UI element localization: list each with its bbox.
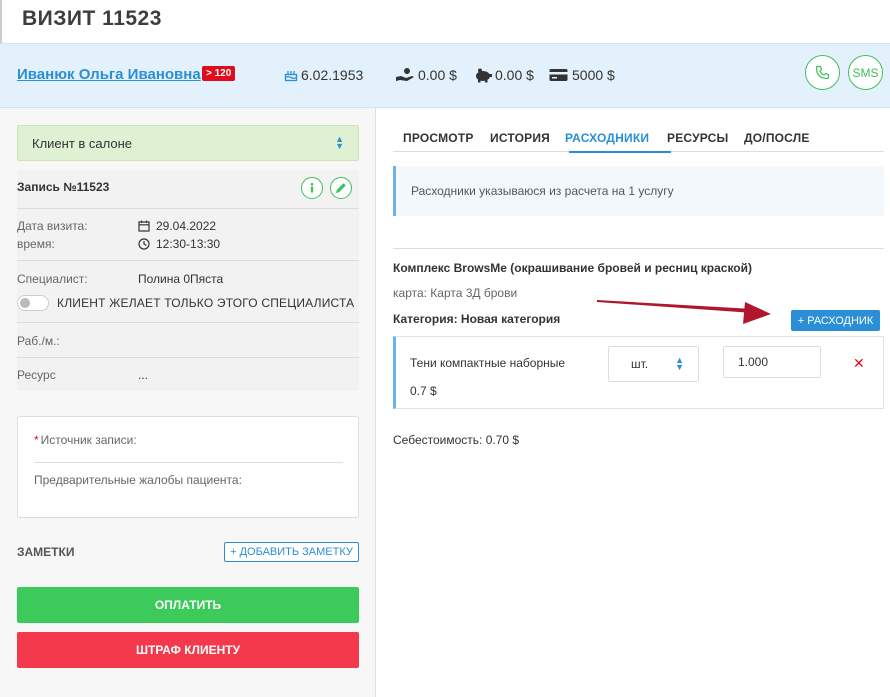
- tab-resources[interactable]: РЕСУРСЫ: [667, 131, 729, 145]
- clock-icon: [138, 238, 150, 250]
- source-label: Источник записи:: [40, 433, 137, 447]
- credit-card-icon: [549, 69, 568, 81]
- card-info: карта: Карта 3Д брови: [393, 286, 518, 300]
- pencil-icon: [336, 183, 346, 193]
- birthdate-value: 6.02.1953: [301, 67, 364, 83]
- tab-consumables[interactable]: РАСХОДНИКИ: [565, 131, 649, 145]
- required-mark: *: [34, 433, 39, 447]
- tabs: ПРОСМОТР ИСТОРИЯ РАСХОДНИКИ РЕСУРСЫ ДО/П…: [393, 125, 884, 153]
- call-button[interactable]: [805, 55, 840, 90]
- record-title: Запись №11523: [17, 180, 110, 194]
- resource-value: ...: [138, 368, 149, 382]
- sms-button[interactable]: SMS: [848, 55, 883, 90]
- select-arrows-icon: ▲ ▼: [675, 355, 684, 372]
- active-tab-indicator: [569, 151, 671, 153]
- category-info: Категория: Новая категория: [393, 312, 561, 326]
- resource-label: Ресурс: [17, 368, 56, 382]
- divider: [17, 260, 359, 261]
- divider: [17, 208, 359, 209]
- balance-hand-info: 0.00 $: [396, 67, 457, 83]
- consumable-name: Тени компактные наборные: [410, 356, 566, 370]
- divider: [17, 322, 359, 323]
- fine-client-button[interactable]: ШТРАФ КЛИЕНТУ: [17, 632, 359, 668]
- client-name-link[interactable]: Иванюк Ольга Ивановна: [17, 66, 201, 83]
- info-notice: Расходники указываюся из расчета на 1 ус…: [393, 166, 884, 216]
- left-panel: Клиент в салоне ▲ ▼ Запись №11523 Дата ви…: [0, 108, 376, 697]
- balance-piggy-info: 0.00 $: [475, 67, 534, 83]
- select-arrows-icon: ▲ ▼: [335, 134, 344, 151]
- visits-badge: > 120: [202, 66, 236, 81]
- visit-status-select[interactable]: Клиент в салоне ▲ ▼: [17, 125, 359, 161]
- only-specialist-toggle[interactable]: [17, 295, 49, 311]
- add-consumable-button[interactable]: + РАСХОДНИК: [791, 310, 880, 331]
- divider: [34, 462, 343, 463]
- add-note-button[interactable]: + ДОБАВИТЬ ЗАМЕТКУ: [224, 542, 359, 562]
- complaints-field[interactable]: Предварительные жалобы пациента:: [34, 473, 242, 487]
- balance-card-info: 5000 $: [549, 67, 615, 83]
- quantity-input[interactable]: 1.000: [723, 346, 821, 378]
- only-specialist-label: КЛИЕНТ ЖЕЛАЕТ ТОЛЬКО ЭТОГО СПЕЦИАЛИСТА: [57, 296, 355, 310]
- pay-button[interactable]: ОПЛАТИТЬ: [17, 587, 359, 623]
- tab-before-after[interactable]: ДО/ПОСЛЕ: [744, 131, 810, 145]
- visit-date-label: Дата визита:: [17, 219, 88, 233]
- balance-piggy-value: 0.00 $: [495, 67, 534, 83]
- divider: [393, 248, 884, 249]
- visit-time: 12:30-13:30: [138, 237, 220, 251]
- cost-price: Себестоимость: 0.70 $: [393, 433, 520, 447]
- birthdate-info: 6.02.1953: [284, 67, 363, 83]
- phone-icon: [815, 65, 830, 80]
- balance-card-value: 5000 $: [572, 67, 615, 83]
- tab-history[interactable]: ИСТОРИЯ: [490, 131, 550, 145]
- piggy-bank-icon: [476, 68, 492, 82]
- visit-date: 29.04.2022: [138, 219, 216, 233]
- consumable-row: Тени компактные наборные 0.7 $ шт. ▲ ▼ 1.…: [393, 336, 884, 409]
- source-card: * Источник записи: Предварительные жалобы…: [17, 416, 359, 518]
- hand-money-icon: [396, 68, 414, 81]
- info-button[interactable]: [301, 177, 323, 199]
- visit-date-value: 29.04.2022: [156, 219, 217, 233]
- record-block: Запись №11523 Дата визита: 29.04.2022 вр…: [17, 170, 359, 391]
- visit-time-label: время:: [17, 237, 55, 251]
- notes-title: ЗАМЕТКИ: [17, 545, 75, 559]
- annotation-arrow-icon: [597, 300, 771, 324]
- edit-button[interactable]: [330, 177, 352, 199]
- visit-time-value: 12:30-13:30: [156, 237, 221, 251]
- visit-status-value: Клиент в салоне: [32, 135, 133, 151]
- unit-select[interactable]: шт. ▲ ▼: [608, 346, 699, 382]
- title-bar: ВИЗИТ 11523: [0, 0, 890, 43]
- right-panel: ПРОСМОТР ИСТОРИЯ РАСХОДНИКИ РЕСУРСЫ ДО/П…: [377, 108, 890, 697]
- service-title: Комплекс BrowsMe (окрашивание бровей и р…: [393, 261, 753, 275]
- info-icon: [310, 182, 314, 193]
- source-field[interactable]: * Источник записи:: [34, 433, 137, 447]
- tab-view[interactable]: ПРОСМОТР: [403, 131, 474, 145]
- balance-hand-value: 0.00 $: [418, 67, 457, 83]
- unit-value: шт.: [631, 357, 649, 371]
- birthday-cake-icon: [284, 71, 298, 82]
- divider: [17, 357, 359, 358]
- page-title: ВИЗИТ 11523: [22, 7, 162, 30]
- client-bar: Иванюк Ольга Ивановна > 120 6.02.1953 0.…: [0, 43, 890, 108]
- consumable-price: 0.7 $: [410, 384, 437, 398]
- specialist-label: Специалист:: [17, 272, 88, 286]
- delete-icon[interactable]: ✕: [853, 355, 865, 372]
- specialist-value: Полина 0Пяста: [138, 272, 224, 286]
- calendar-icon: [138, 220, 150, 232]
- workplace-label: Раб./м.:: [17, 334, 60, 348]
